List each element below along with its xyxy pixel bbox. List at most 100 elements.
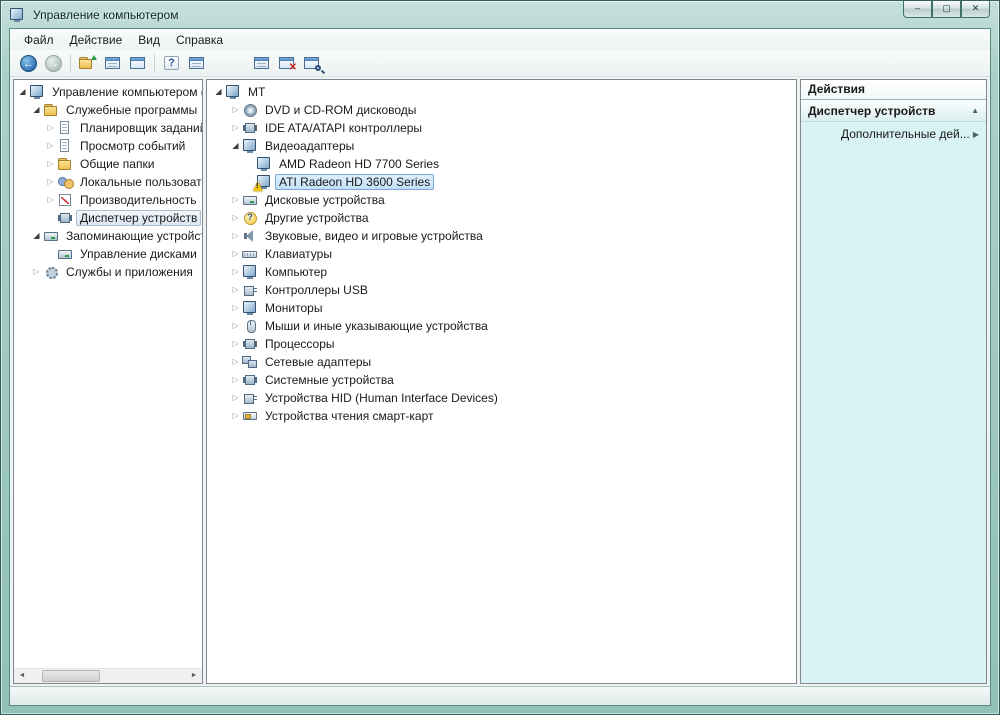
console-tree-icon <box>105 57 120 69</box>
expander-icon[interactable] <box>229 371 242 389</box>
expander-icon[interactable] <box>229 227 242 245</box>
disk-management-icon <box>57 247 73 261</box>
expander-icon[interactable] <box>30 263 43 281</box>
expander-icon[interactable] <box>229 245 242 263</box>
device-item-network[interactable]: Сетевые адаптеры <box>207 353 796 371</box>
collapse-section-icon[interactable]: ▲ <box>971 106 979 115</box>
expander-icon[interactable] <box>229 263 242 281</box>
tree-item-label: Локальные пользовате <box>80 175 203 189</box>
expander-icon[interactable] <box>44 191 57 209</box>
expander-icon[interactable] <box>16 83 29 101</box>
event-viewer-icon <box>57 139 73 153</box>
device-item-computer[interactable]: Компьютер <box>207 263 796 281</box>
menu-help[interactable]: Справка <box>168 31 231 49</box>
expander-icon[interactable] <box>229 119 242 137</box>
device-item-display-adapters[interactable]: Видеоадаптеры <box>207 137 796 155</box>
menu-file[interactable]: Файл <box>16 31 62 49</box>
device-label: Процессоры <box>265 337 335 351</box>
update-driver-button[interactable] <box>249 52 274 74</box>
disk-drive-icon <box>242 193 258 207</box>
device-tree-pane: MT DVD и CD-ROM дисководы IDE ATA/ATAPI … <box>206 79 797 684</box>
scrollbar-thumb[interactable] <box>42 670 100 682</box>
tree-item-shared-folders[interactable]: Общие папки <box>14 155 202 173</box>
show-console-tree-button[interactable] <box>100 52 125 74</box>
smartcard-reader-icon <box>242 409 258 423</box>
actions-section-device-manager[interactable]: Диспетчер устройств ▲ <box>801 100 986 122</box>
device-item-ati-radeon[interactable]: ATI Radeon HD 3600 Series <box>207 173 796 191</box>
monitor-icon <box>242 301 258 315</box>
expander-icon[interactable] <box>229 299 242 317</box>
expander-icon[interactable] <box>229 335 242 353</box>
close-button[interactable]: ✕ <box>961 1 990 18</box>
scroll-right-button[interactable]: ► <box>186 669 202 683</box>
expander-icon[interactable] <box>30 101 43 119</box>
maximize-button[interactable]: ▢ <box>932 1 961 18</box>
device-item-monitors[interactable]: Мониторы <box>207 299 796 317</box>
tree-item-disk-management[interactable]: Управление дисками <box>14 245 202 263</box>
uninstall-device-button[interactable]: ✕ <box>274 52 299 74</box>
menu-action[interactable]: Действие <box>62 31 131 49</box>
toolbar: ← → ? ✕ <box>10 50 990 77</box>
expander-icon[interactable] <box>229 389 242 407</box>
expander-icon[interactable] <box>44 155 57 173</box>
scan-hardware-changes-button[interactable] <box>299 52 324 74</box>
up-one-level-button[interactable] <box>75 52 100 74</box>
expander-icon[interactable] <box>229 101 242 119</box>
export-list-button[interactable] <box>125 52 150 74</box>
device-item-ide[interactable]: IDE ATA/ATAPI контроллеры <box>207 119 796 137</box>
expander-icon[interactable] <box>44 173 57 191</box>
expander-icon[interactable] <box>44 119 57 137</box>
hid-device-icon <box>242 391 258 405</box>
device-item-disk-drives[interactable]: Дисковые устройства <box>207 191 796 209</box>
title-bar[interactable]: Управление компьютером – ▢ ✕ <box>1 1 999 28</box>
tree-item-services[interactable]: Службы и приложения <box>14 263 202 281</box>
scrollbar-track[interactable] <box>30 669 186 683</box>
forward-button[interactable]: → <box>41 52 66 74</box>
device-item-mice[interactable]: Мыши и иные указывающие устройства <box>207 317 796 335</box>
expander-icon[interactable] <box>229 137 242 155</box>
tree-item-task-scheduler[interactable]: Планировщик заданий <box>14 119 202 137</box>
tree-item-performance[interactable]: Производительность <box>14 191 202 209</box>
expander-icon[interactable] <box>229 209 242 227</box>
local-users-icon <box>57 175 74 189</box>
device-item-processors[interactable]: Процессоры <box>207 335 796 353</box>
expander-icon[interactable] <box>229 191 242 209</box>
expander-icon[interactable] <box>44 137 57 155</box>
tree-item-device-manager[interactable]: Диспетчер устройств <box>14 209 202 227</box>
device-item-audio[interactable]: Звуковые, видео и игровые устройства <box>207 227 796 245</box>
scroll-left-button[interactable]: ◄ <box>14 669 30 683</box>
actions-pane-title: Действия <box>801 80 986 100</box>
up-arrow-icon <box>91 55 97 60</box>
expander-icon[interactable] <box>229 353 242 371</box>
tree-item-event-viewer[interactable]: Просмотр событий <box>14 137 202 155</box>
expander-icon[interactable] <box>30 227 43 245</box>
tree-item-local-users[interactable]: Локальные пользовате <box>14 173 202 191</box>
device-item-dvd[interactable]: DVD и CD-ROM дисководы <box>207 101 796 119</box>
device-item-usb[interactable]: Контроллеры USB <box>207 281 796 299</box>
menu-view[interactable]: Вид <box>130 31 168 49</box>
device-item-smartcard[interactable]: Устройства чтения смарт-карт <box>207 407 796 425</box>
device-item-keyboards[interactable]: Клавиатуры <box>207 245 796 263</box>
tree-item-label: Службы и приложения <box>66 265 193 279</box>
tree-item-storage[interactable]: Запоминающие устройст <box>14 227 202 245</box>
properties-button[interactable] <box>184 52 209 74</box>
actions-item-more-actions[interactable]: Дополнительные дей... ▶ <box>801 122 986 146</box>
expander-icon[interactable] <box>212 83 225 101</box>
device-label: Контроллеры USB <box>265 283 368 297</box>
tree-item-computer-management[interactable]: Управление компьютером (л <box>14 83 202 101</box>
device-item-hid[interactable]: Устройства HID (Human Interface Devices) <box>207 389 796 407</box>
tree-item-label: Общие папки <box>80 157 155 171</box>
help-button[interactable] <box>159 52 184 74</box>
expander-icon[interactable] <box>229 281 242 299</box>
network-adapter-icon <box>242 355 258 369</box>
device-item-other-devices[interactable]: Другие устройства <box>207 209 796 227</box>
horizontal-scrollbar[interactable]: ◄ ► <box>14 668 202 683</box>
expander-icon[interactable] <box>229 407 242 425</box>
device-item-root[interactable]: MT <box>207 83 796 101</box>
device-item-system-devices[interactable]: Системные устройства <box>207 371 796 389</box>
tree-item-system-tools[interactable]: Служебные программы <box>14 101 202 119</box>
minimize-button[interactable]: – <box>903 1 932 18</box>
expander-icon[interactable] <box>229 317 242 335</box>
device-item-amd-radeon[interactable]: AMD Radeon HD 7700 Series <box>207 155 796 173</box>
back-button[interactable]: ← <box>16 52 41 74</box>
